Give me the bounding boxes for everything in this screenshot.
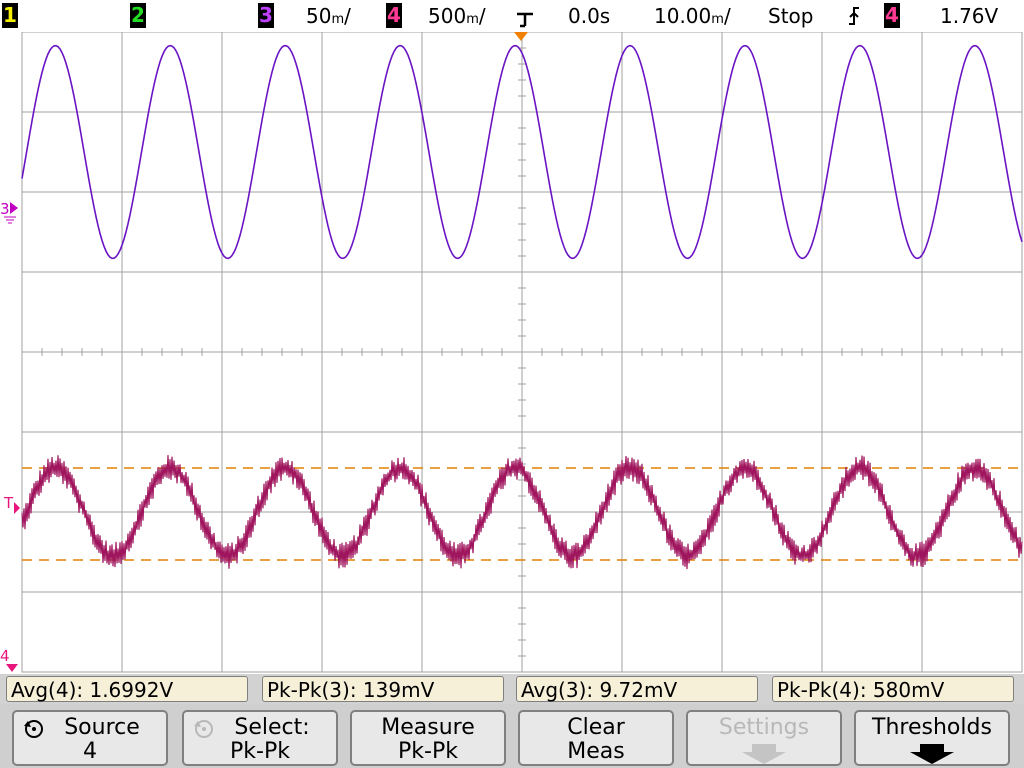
softkey-menu: Source 4 Select: Pk-Pk Measure Pk-Pk Cle… xyxy=(0,704,1024,768)
submenu-arrow-icon xyxy=(742,744,786,764)
channel-2-indicator[interactable]: 2 xyxy=(130,3,146,28)
measurement-pkpk-ch3[interactable]: Pk-Pk(3): 139mV xyxy=(262,676,504,702)
channel-3-marker-label: 3 xyxy=(0,200,10,218)
select-softkey-label: Select: xyxy=(234,715,310,740)
channel-4-indicator[interactable]: 4 xyxy=(386,3,402,28)
thresholds-softkey[interactable]: Thresholds xyxy=(854,710,1010,766)
waveform-plot: 3 T 4 xyxy=(0,32,1023,673)
clear-meas-softkey[interactable]: Clear Meas xyxy=(518,710,674,766)
trigger-source-indicator[interactable]: 4 xyxy=(884,3,900,28)
select-softkey[interactable]: Select: Pk-Pk xyxy=(182,710,338,766)
source-softkey-label: Source xyxy=(64,715,140,740)
channel-4-scale: 500m/ xyxy=(428,4,486,28)
clear-meas-softkey-value: Meas xyxy=(567,739,625,764)
submenu-arrow-icon xyxy=(910,744,954,764)
channel-2-label: 2 xyxy=(131,3,145,27)
trigger-level-marker[interactable]: T xyxy=(3,494,20,514)
thresholds-softkey-label: Thresholds xyxy=(872,715,992,740)
channel-4-marker-label: 4 xyxy=(0,647,10,665)
status-bar: 1 2 3 50m/ 4 500m/ 0.0s 10.00m/ Stop 4 1… xyxy=(0,0,1024,32)
source-softkey-value: 4 xyxy=(83,739,97,764)
measure-softkey-label: Measure xyxy=(381,715,475,740)
channel-4-ground-marker[interactable]: 4 xyxy=(0,647,18,672)
delay-icon xyxy=(517,12,533,28)
channel-3-scale: 50m/ xyxy=(306,4,351,28)
settings-softkey-label: Settings xyxy=(718,715,810,740)
channel-4-label: 4 xyxy=(387,3,401,27)
rising-edge-trigger-icon xyxy=(849,7,859,25)
select-softkey-value: Pk-Pk xyxy=(230,739,290,764)
channel-3-indicator[interactable]: 3 xyxy=(258,3,274,28)
trigger-position-marker[interactable] xyxy=(514,32,528,41)
settings-softkey[interactable]: Settings xyxy=(686,710,842,766)
measurement-pkpk-ch4[interactable]: Pk-Pk(4): 580mV xyxy=(772,676,1014,702)
measurement-readouts: Avg(4): 1.6992V Pk-Pk(3): 139mV Avg(3): … xyxy=(0,674,1024,704)
channel-3-ground-marker[interactable]: 3 xyxy=(0,200,18,224)
trigger-level: 1.76V xyxy=(940,4,999,28)
channel-1-label: 1 xyxy=(3,3,17,27)
time-per-division: 10.00m/ xyxy=(654,4,731,28)
graticule xyxy=(21,32,1023,673)
trigger-marker-label: T xyxy=(3,494,14,512)
run-state[interactable]: Stop xyxy=(768,4,813,28)
channel-3-label: 3 xyxy=(259,3,273,27)
clear-meas-softkey-label: Clear xyxy=(567,715,625,740)
trigger-source-label: 4 xyxy=(885,3,899,27)
source-softkey[interactable]: Source 4 xyxy=(12,710,168,766)
measurement-avg-ch4[interactable]: Avg(4): 1.6992V xyxy=(6,676,248,702)
measure-softkey-value: Pk-Pk xyxy=(398,739,458,764)
waveform-display[interactable]: 3 T 4 xyxy=(0,32,1024,674)
time-delay: 0.0s xyxy=(568,4,611,28)
measurement-avg-ch3[interactable]: Avg(3): 9.72mV xyxy=(516,676,758,702)
channel-1-indicator[interactable]: 1 xyxy=(2,3,18,28)
measure-softkey[interactable]: Measure Pk-Pk xyxy=(350,710,506,766)
